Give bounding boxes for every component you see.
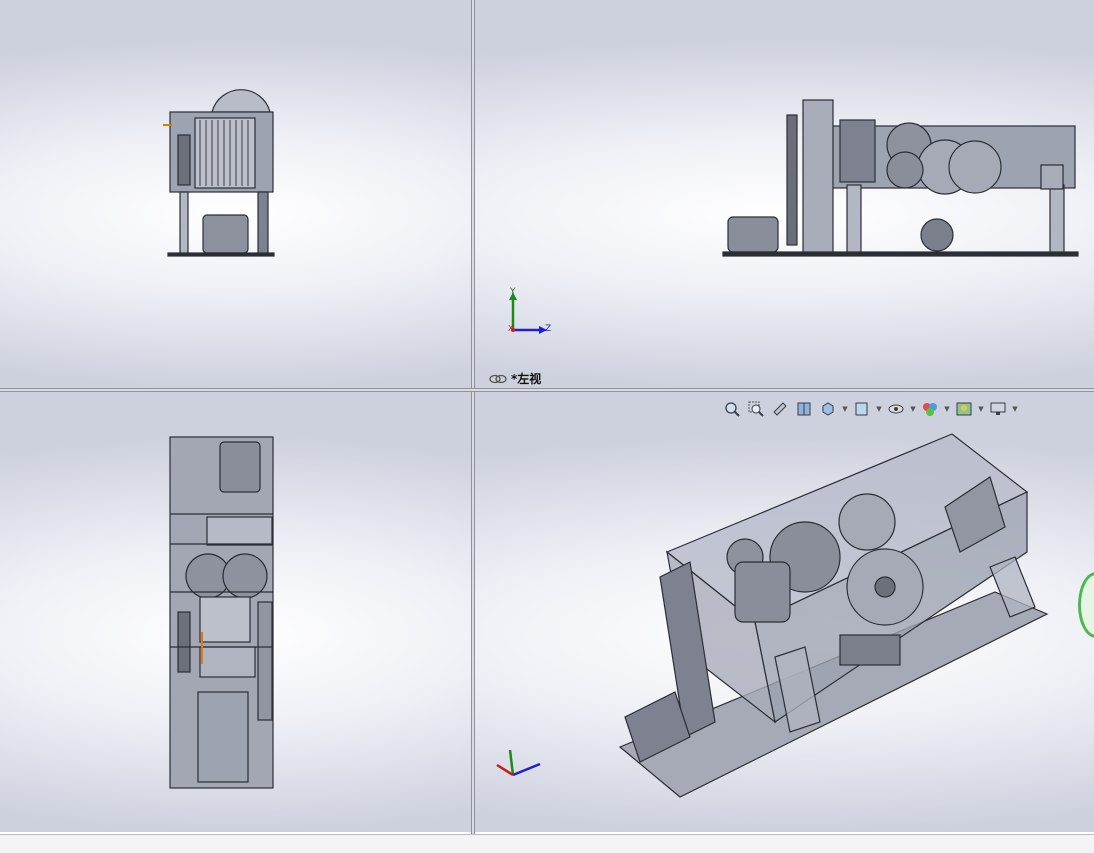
view-name-label: *左视 [489,370,541,387]
view-settings-dropdown-icon[interactable]: ▼ [1011,405,1019,413]
front-view-model [163,89,275,257]
axis-triad-iso [496,749,541,777]
edit-appearance-icon[interactable] [919,398,941,420]
view-settings-icon[interactable] [987,398,1009,420]
view-orientation-dropdown-icon[interactable]: ▼ [841,405,849,413]
isometric-model [496,433,1049,798]
axis-triad [509,292,547,334]
display-style-icon[interactable] [851,398,873,420]
previous-view-icon[interactable] [769,398,791,420]
zoom-to-fit-icon[interactable] [721,398,743,420]
viewport-splitter-horizontal[interactable] [0,388,1094,392]
viewport-splitter-vertical[interactable] [471,0,475,834]
hide-show-dropdown-icon[interactable]: ▼ [909,405,917,413]
viewport-left-view[interactable]: Y Z X *左视 [475,0,1094,388]
viewport-isometric[interactable]: ▼ ▼ ▼ ▼ ▼ ▼ [475,392,1094,832]
left-view-model [509,99,1079,334]
zoom-to-area-icon[interactable] [745,398,767,420]
hide-show-items-icon[interactable] [885,398,907,420]
apply-scene-dropdown-icon[interactable]: ▼ [977,405,985,413]
view-name-text: *左视 [511,372,542,386]
status-bar [0,834,1094,853]
section-view-icon[interactable] [793,398,815,420]
triad-y-label: Y [510,287,516,297]
view-orientation-icon[interactable] [817,398,839,420]
viewport-front[interactable] [0,0,471,388]
triad-x-label: X [508,324,514,333]
triad-z-label: Z [545,324,552,334]
apply-scene-icon[interactable] [953,398,975,420]
display-style-dropdown-icon[interactable]: ▼ [875,405,883,413]
top-view-model [169,436,274,789]
link-view-icon [489,374,507,383]
edit-appearance-dropdown-icon[interactable]: ▼ [943,405,951,413]
viewport-top[interactable] [0,392,471,832]
heads-up-view-toolbar: ▼ ▼ ▼ ▼ ▼ ▼ [721,398,1019,420]
